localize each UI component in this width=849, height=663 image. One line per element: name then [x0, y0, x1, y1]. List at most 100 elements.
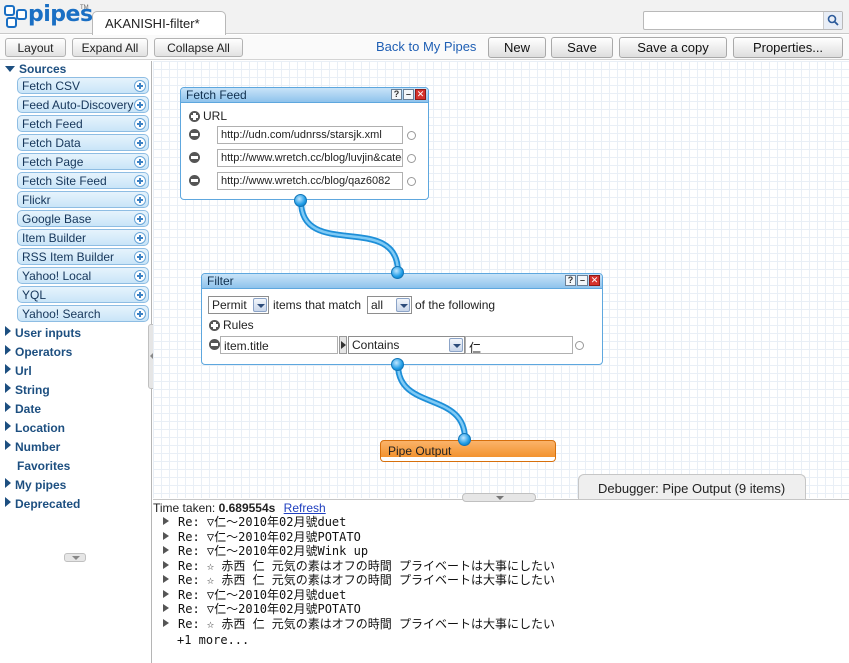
url-field-3[interactable]: http://www.wretch.cc/blog/qaz6082	[217, 172, 403, 190]
add-icon[interactable]	[134, 251, 146, 263]
close-icon[interactable]: ✕	[415, 89, 426, 100]
help-icon[interactable]: ?	[565, 275, 576, 286]
remove-url-icon[interactable]	[189, 175, 200, 186]
expand-arrow-icon[interactable]	[163, 561, 169, 569]
filter-input-terminal[interactable]	[391, 266, 404, 279]
save-button[interactable]: Save	[551, 37, 613, 58]
rule-value-port[interactable]	[575, 341, 584, 350]
debug-item[interactable]: Re: ☆ 赤西 仁 元気の素はオフの時間 プライベートは大事にしたい	[163, 617, 555, 632]
add-icon[interactable]	[134, 99, 146, 111]
module-yahoo-search[interactable]: Yahoo! Search	[17, 305, 149, 322]
match-mode-select[interactable]: all	[367, 296, 412, 314]
module-yql[interactable]: YQL	[17, 286, 149, 303]
module-flickr[interactable]: Flickr	[17, 191, 149, 208]
expand-arrow-icon[interactable]	[163, 619, 169, 627]
module-fetch-csv[interactable]: Fetch CSV	[17, 77, 149, 94]
module-feed-auto-discovery[interactable]: Feed Auto-Discovery	[17, 96, 149, 113]
module-fetch-site-feed[interactable]: Fetch Site Feed	[17, 172, 149, 189]
pipes-logo[interactable]: pipes TM	[4, 2, 93, 31]
filter-output-terminal[interactable]	[391, 358, 404, 371]
expand-arrow-icon[interactable]	[163, 590, 169, 598]
help-icon[interactable]: ?	[391, 89, 402, 100]
more-items-link[interactable]: +1 more...	[177, 633, 249, 647]
remove-rule-icon[interactable]	[209, 339, 220, 350]
back-to-my-pipes-link[interactable]: Back to My Pipes	[376, 39, 476, 54]
add-icon[interactable]	[134, 156, 146, 168]
remove-url-icon[interactable]	[189, 129, 200, 140]
url-field-1[interactable]: http://udn.com/udnrss/starsjk.xml	[217, 126, 403, 144]
new-button[interactable]: New	[488, 37, 546, 58]
add-icon[interactable]	[134, 137, 146, 149]
debug-item[interactable]: Re: ☆ 赤西 仁 元気の素はオフの時間 プライベートは大事にしたい	[163, 559, 555, 574]
add-url-icon[interactable]	[189, 111, 200, 122]
category-number[interactable]: Number	[5, 440, 60, 456]
module-google-base[interactable]: Google Base	[17, 210, 149, 227]
add-icon[interactable]	[134, 118, 146, 130]
category-string[interactable]: String	[5, 383, 50, 399]
debug-item[interactable]: Re: ▽仁～2010年02月號duet	[163, 515, 346, 530]
rule-operator-select[interactable]: Contains	[348, 336, 465, 354]
expand-arrow-icon[interactable]	[163, 546, 169, 554]
module-rss-item-builder[interactable]: RSS Item Builder	[17, 248, 149, 265]
search-input[interactable]	[646, 13, 821, 28]
fetch-feed-header[interactable]: Fetch Feed ? – ✕	[181, 88, 428, 103]
expand-arrow-icon[interactable]	[163, 517, 169, 525]
module-fetch-feed[interactable]: Fetch Feed	[17, 115, 149, 132]
field-picker-arrow[interactable]	[339, 336, 347, 354]
module-yahoo-local[interactable]: Yahoo! Local	[17, 267, 149, 284]
module-fetch-data[interactable]: Fetch Data	[17, 134, 149, 151]
url-port-3[interactable]	[407, 177, 416, 186]
minimize-icon[interactable]: –	[403, 89, 414, 100]
debug-item[interactable]: Re: ☆ 赤西 仁 元気の素はオフの時間 プライベートは大事にしたい	[163, 573, 555, 588]
debug-item[interactable]: Re: ▽仁～2010年02月號duet	[163, 588, 346, 603]
expand-arrow-icon[interactable]	[163, 532, 169, 540]
debug-item[interactable]: Re: ▽仁～2010年02月號Wink up	[163, 544, 368, 559]
category-url[interactable]: Url	[5, 364, 32, 380]
url-field-2[interactable]: http://www.wretch.cc/blog/luvjin&categor…	[217, 149, 403, 167]
debugger-tab[interactable]: Debugger: Pipe Output (9 items)	[578, 474, 806, 499]
filter-action-select[interactable]: Permit	[208, 296, 269, 314]
debug-item[interactable]: Re: ▽仁～2010年02月號POTATO	[163, 602, 361, 617]
save-copy-button[interactable]: Save a copy	[619, 37, 727, 58]
remove-url-icon[interactable]	[189, 152, 200, 163]
add-icon[interactable]	[134, 289, 146, 301]
layout-button[interactable]: Layout	[5, 38, 66, 57]
search-button[interactable]	[823, 12, 842, 29]
add-icon[interactable]	[134, 175, 146, 187]
category-date[interactable]: Date	[5, 402, 41, 418]
category-sources[interactable]: Sources	[5, 62, 66, 78]
add-icon[interactable]	[134, 308, 146, 320]
category-operators[interactable]: Operators	[5, 345, 72, 361]
add-icon[interactable]	[134, 80, 146, 92]
pipe-output-input-terminal[interactable]	[458, 433, 471, 446]
category-deprecated[interactable]: Deprecated	[5, 497, 80, 513]
add-rule-icon[interactable]	[209, 320, 220, 331]
sidebar-scroll-handle[interactable]	[64, 553, 86, 562]
category-user-inputs[interactable]: User inputs	[5, 326, 81, 342]
url-port-1[interactable]	[407, 131, 416, 140]
refresh-link[interactable]: Refresh	[284, 501, 326, 515]
debug-item[interactable]: Re: ▽仁～2010年02月號POTATO	[163, 530, 361, 545]
add-icon[interactable]	[134, 232, 146, 244]
fetch-feed-output-terminal[interactable]	[294, 194, 307, 207]
filter-module[interactable]: Filter ? – ✕ Permit items that match all o…	[201, 273, 603, 365]
url-port-2[interactable]	[407, 154, 416, 163]
expand-arrow-icon[interactable]	[163, 575, 169, 583]
expand-all-button[interactable]: Expand All	[72, 38, 148, 57]
category-location[interactable]: Location	[5, 421, 65, 437]
rule-value-input[interactable]: 仁	[465, 336, 573, 354]
fetch-feed-module[interactable]: Fetch Feed ? – ✕ URL http://udn.com/udnrss…	[180, 87, 429, 200]
close-icon[interactable]: ✕	[589, 275, 600, 286]
debugger-resize-handle[interactable]	[462, 493, 536, 502]
category-favorites[interactable]: Favorites	[17, 459, 70, 475]
properties-button[interactable]: Properties...	[733, 37, 843, 58]
category-my-pipes[interactable]: My pipes	[5, 478, 66, 494]
module-fetch-page[interactable]: Fetch Page	[17, 153, 149, 170]
rule-field-input[interactable]: item.title	[220, 336, 338, 354]
collapse-all-button[interactable]: Collapse All	[154, 38, 243, 57]
add-icon[interactable]	[134, 270, 146, 282]
expand-arrow-icon[interactable]	[163, 604, 169, 612]
add-icon[interactable]	[134, 194, 146, 206]
pipe-editor-canvas[interactable]: Fetch Feed ? – ✕ URL http://udn.com/udnrss…	[153, 61, 849, 498]
module-item-builder[interactable]: Item Builder	[17, 229, 149, 246]
